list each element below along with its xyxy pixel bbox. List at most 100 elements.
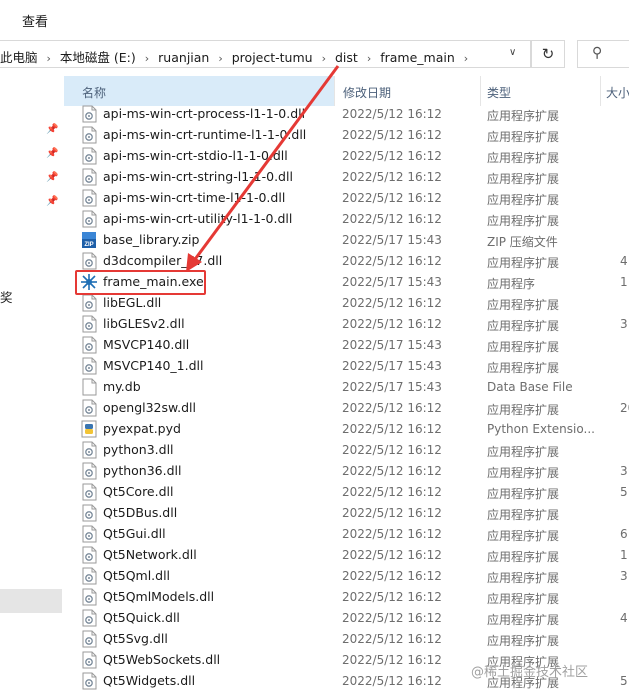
dll-icon [80,546,98,564]
dll-icon [80,483,98,501]
search-input[interactable]: ⚲ [577,40,629,68]
file-name: MSVCP140.dll [103,337,190,352]
svg-text:ZIP: ZIP [84,242,93,248]
file-row[interactable]: opengl32sw.dll 2022/5/12 16:12 应用程序扩展 20 [64,398,629,419]
file-row[interactable]: my.db 2022/5/17 15:43 Data Base File [64,377,629,398]
file-name: Qt5QmlModels.dll [103,589,215,604]
file-row[interactable]: api-ms-win-crt-string-l1-1-0.dll 2022/5/1… [64,167,629,188]
file-row[interactable]: libEGL.dll 2022/5/12 16:12 应用程序扩展 [64,293,629,314]
column-header-type[interactable]: 类型 [487,84,511,101]
file-name: libEGL.dll [103,295,162,310]
pin-icon[interactable]: 📌 [46,172,58,183]
search-icon: ⚲ [592,45,603,61]
file-row[interactable]: libGLESv2.dll 2022/5/12 16:12 应用程序扩展 3 [64,314,629,335]
file-row[interactable]: api-ms-win-crt-utility-l1-1-0.dll 2022/5/… [64,209,629,230]
chevron-right-icon[interactable]: › [322,52,326,65]
file-date: 2022/5/12 16:12 [342,254,442,268]
file-row[interactable]: Qt5QmlModels.dll 2022/5/12 16:12 应用程序扩展 [64,587,629,608]
chevron-right-icon[interactable]: › [47,52,51,65]
column-divider[interactable] [334,76,335,106]
file-row[interactable]: Qt5Core.dll 2022/5/12 16:12 应用程序扩展 5 [64,482,629,503]
column-divider[interactable] [600,76,601,106]
file-row[interactable]: Qt5Qml.dll 2022/5/12 16:12 应用程序扩展 3 [64,566,629,587]
chevron-right-icon[interactable]: › [218,52,222,65]
file-row[interactable]: Qt5Network.dll 2022/5/12 16:12 应用程序扩展 1 [64,545,629,566]
chevron-right-icon[interactable]: › [145,52,149,65]
file-row[interactable]: api-ms-win-crt-runtime-l1-1-0.dll 2022/5/… [64,125,629,146]
nav-item-selected[interactable] [0,589,62,613]
file-type: 应用程序扩展 [487,466,560,480]
file-row[interactable]: api-ms-win-crt-time-l1-1-0.dll 2022/5/12 … [64,188,629,209]
file-name: Qt5DBus.dll [103,505,178,520]
dll-icon [80,504,98,522]
file-size: 6 [620,527,628,541]
refresh-button[interactable]: ↻ [531,40,565,68]
file-type: 应用程序扩展 [487,592,560,606]
chevron-right-icon[interactable]: › [367,52,371,65]
tab-view[interactable]: 查看 [22,11,48,30]
file-icon [80,378,98,396]
chevron-down-icon[interactable]: ∨ [509,47,516,58]
dll-icon [80,336,98,354]
file-size: 1 [620,275,628,289]
pin-icon[interactable]: 📌 [46,196,58,207]
chevron-right-icon[interactable]: › [464,52,468,65]
file-name: Qt5Svg.dll [103,631,168,646]
file-date: 2022/5/17 15:43 [342,338,442,352]
breadcrumb: 此电脑 › 本地磁盘 (E:) › ruanjian › project-tumu › dist… [0,47,477,66]
file-row[interactable]: Qt5Svg.dll 2022/5/12 16:12 应用程序扩展 [64,629,629,650]
file-size: 3 [620,569,628,583]
dll-icon [80,609,98,627]
breadcrumb-item[interactable]: frame_main [380,50,455,65]
file-row[interactable]: Qt5Gui.dll 2022/5/12 16:12 应用程序扩展 6 [64,524,629,545]
file-name: MSVCP140_1.dll [103,358,204,373]
column-header-name-label[interactable]: 名称 [82,84,106,101]
file-date: 2022/5/12 16:12 [342,107,442,121]
nav-item-label[interactable]: 奖 [0,287,13,306]
file-type: 应用程序扩展 [487,298,560,312]
file-name: Qt5WebSockets.dll [103,652,221,667]
file-name: Qt5Qml.dll [103,568,171,583]
dll-icon [80,210,98,228]
file-row[interactable]: MSVCP140_1.dll 2022/5/17 15:43 应用程序扩展 [64,356,629,377]
file-name: Qt5Network.dll [103,547,197,562]
pin-icon[interactable]: 📌 [46,124,58,135]
file-row[interactable]: python36.dll 2022/5/12 16:12 应用程序扩展 3 [64,461,629,482]
file-date: 2022/5/12 16:12 [342,611,442,625]
file-date: 2022/5/12 16:12 [342,464,442,478]
file-type: 应用程序扩展 [487,613,560,627]
file-date: 2022/5/12 16:12 [342,527,442,541]
dll-icon [80,588,98,606]
file-date: 2022/5/12 16:12 [342,296,442,310]
breadcrumb-item[interactable]: dist [335,50,358,65]
breadcrumb-item[interactable]: project-tumu [232,50,313,65]
file-date: 2022/5/12 16:12 [342,191,442,205]
breadcrumb-item[interactable]: 此电脑 [0,47,38,66]
file-row[interactable]: d3dcompiler_47.dll 2022/5/12 16:12 应用程序扩展 4 [64,251,629,272]
file-row[interactable]: api-ms-win-crt-process-l1-1-0.dll 2022/5/… [64,104,629,125]
address-bar[interactable]: 此电脑 › 本地磁盘 (E:) › ruanjian › project-tumu › dist… [0,40,531,68]
file-type: 应用程序扩展 [487,445,560,459]
file-type: 应用程序扩展 [487,172,560,186]
column-header-size[interactable]: 大小 [606,84,629,101]
file-row[interactable]: python3.dll 2022/5/12 16:12 应用程序扩展 [64,440,629,461]
breadcrumb-item[interactable]: 本地磁盘 (E:) [60,47,136,66]
pin-icon[interactable]: 📌 [46,148,58,159]
column-header-date[interactable]: 修改日期 [343,84,391,101]
file-row[interactable]: Qt5DBus.dll 2022/5/12 16:12 应用程序扩展 [64,503,629,524]
file-date: 2022/5/12 16:12 [342,317,442,331]
file-row[interactable]: MSVCP140.dll 2022/5/17 15:43 应用程序扩展 [64,335,629,356]
file-row[interactable]: ZIP base_library.zip 2022/5/17 15:43 ZIP 压缩… [64,230,629,251]
file-type: 应用程序扩展 [487,508,560,522]
file-size: 4 [620,611,628,625]
column-divider[interactable] [480,76,481,106]
file-date: 2022/5/12 16:12 [342,506,442,520]
dll-icon [80,672,98,690]
file-row[interactable]: api-ms-win-crt-stdio-l1-1-0.dll 2022/5/12… [64,146,629,167]
file-type: 应用程序扩展 [487,193,560,207]
file-name: Qt5Core.dll [103,484,174,499]
file-row[interactable]: pyexpat.pyd 2022/5/12 16:12 Python Extensi… [64,419,629,440]
breadcrumb-item[interactable]: ruanjian [158,50,209,65]
file-row[interactable]: Qt5Quick.dll 2022/5/12 16:12 应用程序扩展 4 [64,608,629,629]
file-date: 2022/5/17 15:43 [342,233,442,247]
